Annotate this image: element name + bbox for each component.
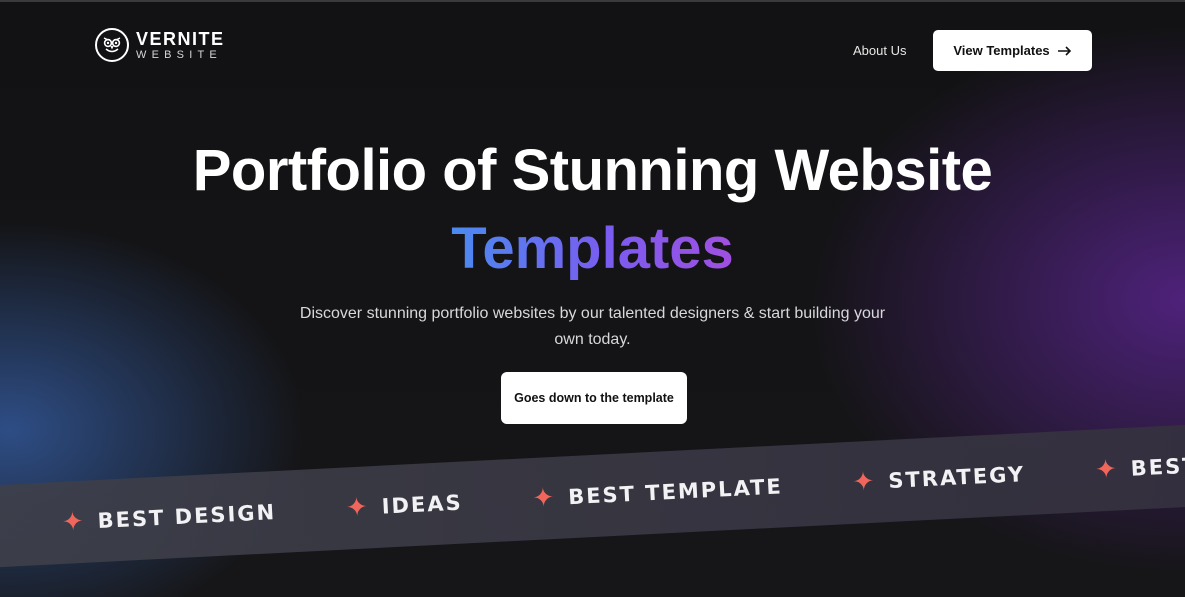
- marquee-item: ✦ Best Template: [531, 473, 784, 515]
- goes-down-to-template-button[interactable]: Goes down to the template: [501, 372, 687, 424]
- view-templates-button[interactable]: View Templates: [933, 30, 1092, 71]
- owl-logo-icon: [95, 28, 129, 62]
- marquee-item: ✦ Ideas: [345, 490, 464, 524]
- marquee-item-label: Best: [1130, 453, 1185, 481]
- sparkle-icon: ✦: [345, 492, 371, 524]
- brand-name: VERNITE: [136, 28, 225, 49]
- sparkle-icon: ✦: [1094, 454, 1120, 486]
- hero-title: Portfolio of Stunning Website: [192, 138, 993, 203]
- marquee-item-label: Ideas: [381, 490, 464, 519]
- marquee-item: ✦ Best: [1094, 452, 1185, 486]
- marquee-item-label: Best Template: [567, 474, 784, 510]
- hero-title-accent-text: Templates: [451, 216, 734, 281]
- sparkle-icon: ✦: [851, 466, 878, 498]
- hero-title-accent: Templates: [0, 216, 1185, 282]
- sparkle-icon: ✦: [61, 506, 87, 538]
- marquee-item-label: Strategy: [887, 462, 1026, 493]
- nav-about-us-link[interactable]: About Us: [853, 43, 906, 58]
- marquee-item-label: Best Design: [97, 500, 277, 534]
- marquee-item: ✦ Strategy: [851, 461, 1026, 498]
- sparkle-icon: ✦: [531, 482, 558, 515]
- hero-description: Discover stunning portfolio websites by …: [299, 305, 886, 348]
- brand-logo[interactable]: VERNITE WEBSITE: [95, 28, 225, 62]
- brand-subtitle: WEBSITE: [136, 48, 222, 61]
- marquee-item: ✦ Best Design: [61, 499, 277, 538]
- arrow-right-icon: [1057, 45, 1071, 56]
- window-top-border: [0, 0, 1185, 2]
- view-templates-label: View Templates: [953, 43, 1050, 58]
